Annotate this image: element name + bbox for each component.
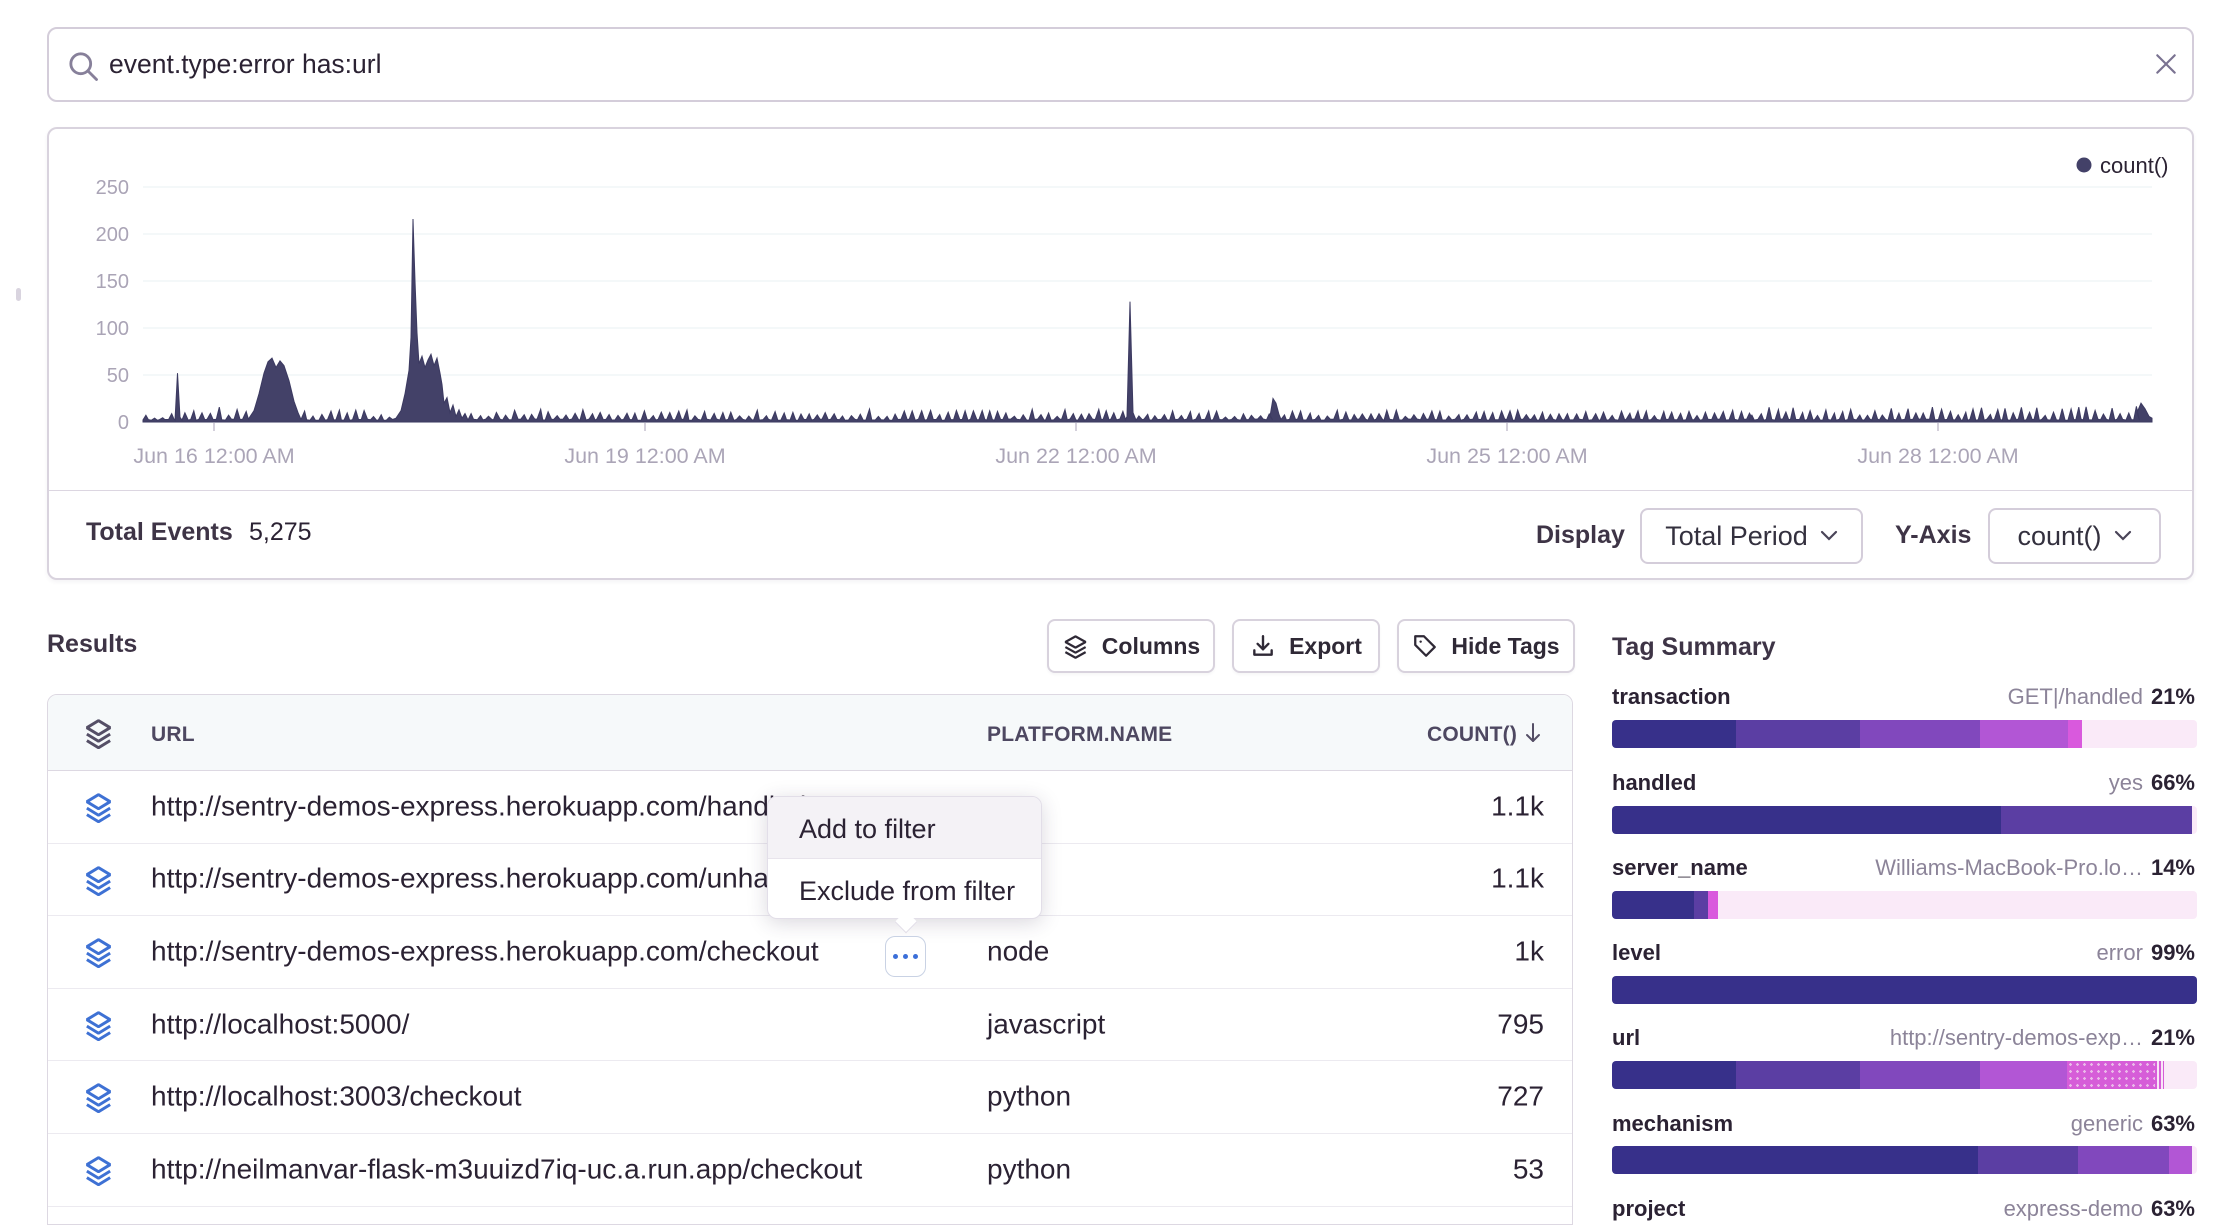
svg-text:150: 150 xyxy=(96,271,129,293)
svg-text:Jun 16 12:00 AM: Jun 16 12:00 AM xyxy=(133,444,294,468)
svg-text:0: 0 xyxy=(118,412,129,434)
svg-text:Jun 28 12:00 AM: Jun 28 12:00 AM xyxy=(1857,444,2018,468)
svg-text:50: 50 xyxy=(107,365,129,387)
svg-text:Jun 19 12:00 AM: Jun 19 12:00 AM xyxy=(564,444,725,468)
svg-text:count(): count() xyxy=(2100,153,2168,178)
svg-text:100: 100 xyxy=(96,318,129,340)
svg-text:Jun 22 12:00 AM: Jun 22 12:00 AM xyxy=(995,444,1156,468)
svg-text:250: 250 xyxy=(96,177,129,199)
svg-text:200: 200 xyxy=(96,224,129,246)
svg-text:Jun 25 12:00 AM: Jun 25 12:00 AM xyxy=(1426,444,1587,468)
